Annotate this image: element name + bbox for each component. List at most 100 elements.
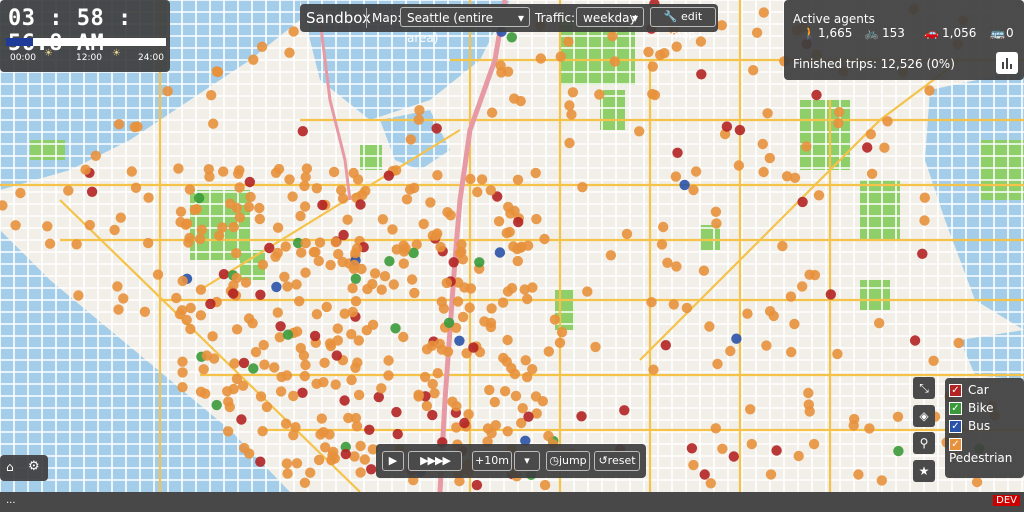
agent-marker[interactable] bbox=[321, 301, 332, 313]
agent-marker[interactable] bbox=[195, 310, 207, 321]
agent-marker[interactable] bbox=[451, 401, 462, 412]
agent-marker[interactable] bbox=[688, 184, 699, 196]
agent-marker[interactable] bbox=[421, 344, 433, 355]
agent-marker[interactable] bbox=[330, 237, 341, 248]
agent-marker[interactable] bbox=[129, 121, 140, 133]
agent-marker[interactable] bbox=[109, 224, 120, 236]
agent-marker[interactable] bbox=[797, 196, 808, 208]
agent-marker[interactable] bbox=[537, 396, 548, 407]
agent-marker[interactable] bbox=[499, 386, 511, 397]
agent-marker[interactable] bbox=[406, 274, 418, 285]
agent-marker[interactable] bbox=[465, 283, 477, 294]
agent-marker[interactable] bbox=[765, 469, 777, 480]
agent-marker[interactable] bbox=[928, 355, 939, 366]
agent-marker[interactable] bbox=[361, 325, 372, 336]
agent-marker[interactable] bbox=[331, 350, 342, 361]
agent-marker[interactable] bbox=[502, 334, 513, 346]
agent-marker[interactable] bbox=[284, 47, 295, 58]
agent-marker[interactable] bbox=[228, 383, 239, 395]
agent-marker[interactable] bbox=[879, 142, 890, 153]
agent-marker[interactable] bbox=[376, 383, 387, 394]
agent-marker[interactable] bbox=[509, 368, 521, 380]
agent-marker[interactable] bbox=[594, 89, 605, 100]
agent-marker[interactable] bbox=[659, 48, 670, 59]
search-button[interactable]: ⚲ bbox=[913, 432, 935, 454]
agent-marker[interactable] bbox=[383, 355, 394, 366]
agent-marker[interactable] bbox=[745, 404, 756, 415]
agent-marker[interactable] bbox=[485, 321, 497, 333]
agent-marker[interactable] bbox=[721, 121, 733, 132]
agent-marker[interactable] bbox=[290, 422, 301, 433]
agent-marker[interactable] bbox=[486, 107, 498, 118]
agent-marker[interactable] bbox=[398, 258, 409, 269]
agent-marker[interactable] bbox=[373, 391, 384, 403]
agent-marker[interactable] bbox=[705, 478, 716, 489]
agent-marker[interactable] bbox=[208, 118, 219, 129]
agent-marker[interactable] bbox=[228, 288, 239, 299]
agent-marker[interactable] bbox=[672, 147, 683, 158]
agent-marker[interactable] bbox=[497, 297, 509, 308]
home-icon[interactable]: ⌂ bbox=[6, 460, 14, 474]
traffic-dropdown[interactable]: weekday ▾ bbox=[576, 7, 644, 27]
agent-marker[interactable] bbox=[270, 251, 281, 262]
agent-marker[interactable] bbox=[425, 197, 436, 208]
agent-marker[interactable] bbox=[115, 212, 127, 223]
agent-marker[interactable] bbox=[233, 168, 244, 179]
legend-item-bike[interactable]: ✓ Bike bbox=[949, 401, 993, 415]
agent-marker[interactable] bbox=[519, 284, 530, 295]
agent-marker[interactable] bbox=[716, 20, 727, 31]
agent-marker[interactable] bbox=[189, 204, 201, 216]
agent-marker[interactable] bbox=[567, 87, 579, 98]
agent-marker[interactable] bbox=[90, 150, 102, 161]
agent-marker[interactable] bbox=[298, 350, 310, 361]
agent-marker[interactable] bbox=[400, 243, 411, 254]
agent-marker[interactable] bbox=[485, 185, 496, 196]
agent-marker[interactable] bbox=[431, 123, 442, 134]
agent-marker[interactable] bbox=[288, 26, 299, 37]
agent-marker[interactable] bbox=[441, 277, 452, 289]
agent-marker[interactable] bbox=[311, 183, 322, 194]
agent-marker[interactable] bbox=[211, 399, 222, 411]
agent-marker[interactable] bbox=[864, 423, 875, 434]
agent-marker[interactable] bbox=[383, 170, 394, 181]
agent-marker[interactable] bbox=[688, 459, 699, 471]
agent-marker[interactable] bbox=[523, 411, 534, 422]
agent-marker[interactable] bbox=[218, 269, 230, 280]
agent-marker[interactable] bbox=[476, 174, 488, 185]
agent-marker[interactable] bbox=[590, 341, 601, 353]
agent-marker[interactable] bbox=[225, 198, 236, 209]
agent-marker[interactable] bbox=[804, 406, 815, 417]
agent-marker[interactable] bbox=[924, 85, 935, 96]
agent-marker[interactable] bbox=[205, 298, 216, 310]
agent-marker[interactable] bbox=[257, 426, 268, 437]
agent-marker[interactable] bbox=[332, 323, 343, 334]
agent-marker[interactable] bbox=[764, 152, 775, 164]
agent-marker[interactable] bbox=[781, 171, 793, 182]
agent-marker[interactable] bbox=[175, 206, 187, 217]
agent-marker[interactable] bbox=[231, 373, 243, 385]
agent-marker[interactable] bbox=[42, 221, 53, 232]
agent-marker[interactable] bbox=[647, 61, 658, 72]
agent-marker[interactable] bbox=[660, 340, 671, 351]
agent-marker[interactable] bbox=[300, 267, 311, 278]
agent-marker[interactable] bbox=[671, 261, 682, 272]
agent-marker[interactable] bbox=[681, 302, 693, 314]
agent-marker[interactable] bbox=[328, 166, 340, 178]
agent-marker[interactable] bbox=[418, 218, 429, 230]
agent-marker[interactable] bbox=[742, 308, 753, 319]
agent-marker[interactable] bbox=[376, 284, 387, 295]
agent-marker[interactable] bbox=[239, 442, 250, 454]
agent-marker[interactable] bbox=[710, 423, 721, 434]
agent-marker[interactable] bbox=[279, 271, 290, 282]
agent-marker[interactable] bbox=[234, 182, 245, 193]
agent-marker[interactable] bbox=[522, 240, 534, 251]
agent-marker[interactable] bbox=[414, 105, 425, 116]
agent-marker[interactable] bbox=[248, 363, 259, 374]
agent-marker[interactable] bbox=[576, 411, 587, 422]
agent-marker[interactable] bbox=[86, 186, 98, 197]
agent-marker[interactable] bbox=[520, 355, 531, 366]
agent-marker[interactable] bbox=[971, 476, 983, 488]
agent-marker[interactable] bbox=[409, 287, 420, 299]
agent-marker[interactable] bbox=[710, 206, 722, 217]
agent-marker[interactable] bbox=[535, 53, 546, 64]
